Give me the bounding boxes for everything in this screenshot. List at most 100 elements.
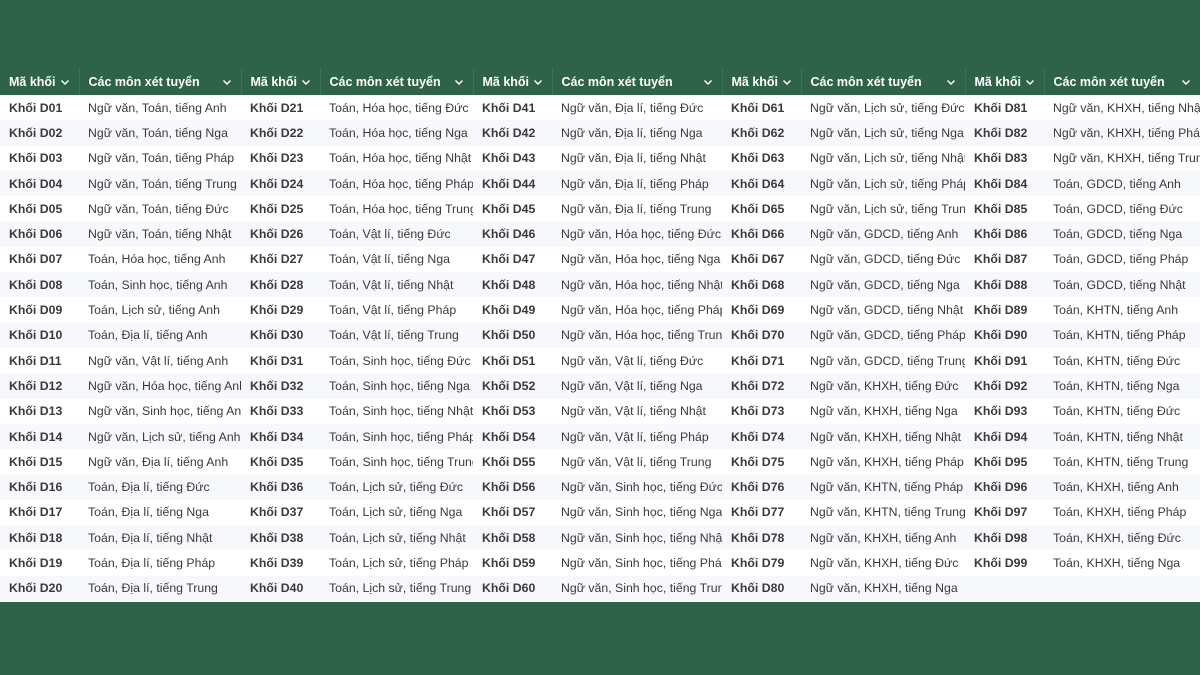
subjects-cell[interactable]: Toán, KHXH, tiếng Nga bbox=[1044, 550, 1200, 576]
subjects-cell[interactable]: Ngữ văn, Sinh học, tiếng Nga bbox=[552, 499, 722, 526]
block-code-cell[interactable]: Khối D40 bbox=[241, 575, 320, 601]
block-code-cell[interactable]: Khối D04 bbox=[0, 170, 79, 197]
block-code-cell[interactable]: Khối D47 bbox=[473, 246, 552, 273]
subjects-cell[interactable]: Ngữ văn, Sinh học, tiếng Đức bbox=[552, 474, 722, 500]
subjects-cell[interactable]: Ngữ văn, Hóa học, tiếng Trung bbox=[552, 322, 722, 348]
subjects-cell[interactable]: Toán, Địa lí, tiếng Pháp bbox=[79, 550, 241, 576]
subjects-cell[interactable]: Ngữ văn, KHTN, tiếng Trung bbox=[801, 499, 965, 526]
block-code-cell[interactable]: Khối D32 bbox=[241, 373, 320, 399]
block-code-cell[interactable]: Khối D53 bbox=[473, 398, 552, 424]
block-code-cell[interactable]: Khối D06 bbox=[0, 221, 79, 247]
column-header-subjects[interactable]: Các môn xét tuyển bbox=[320, 68, 474, 95]
subjects-cell[interactable]: Ngữ văn, Toán, tiếng Đức bbox=[79, 196, 241, 222]
column-header-code[interactable]: Mã khối bbox=[241, 68, 321, 95]
block-code-cell[interactable]: Khối D61 bbox=[722, 95, 801, 121]
subjects-cell[interactable]: Ngữ văn, Vật lí, tiếng Nhật bbox=[552, 398, 722, 424]
subjects-cell[interactable]: Ngữ văn, Vật lí, tiếng Trung bbox=[552, 449, 722, 475]
block-code-cell[interactable]: Khối D72 bbox=[722, 373, 801, 399]
block-code-cell[interactable]: Khối D77 bbox=[722, 499, 801, 526]
block-code-cell[interactable] bbox=[965, 575, 1044, 601]
block-code-cell[interactable]: Khối D87 bbox=[965, 246, 1044, 273]
block-code-cell[interactable]: Khối D26 bbox=[241, 221, 320, 247]
block-code-cell[interactable]: Khối D52 bbox=[473, 373, 552, 399]
subjects-cell[interactable]: Toán, KHTN, tiếng Trung bbox=[1044, 449, 1200, 475]
subjects-cell[interactable]: Ngữ văn, KHXH, tiếng Nga bbox=[801, 398, 965, 424]
subjects-cell[interactable]: Ngữ văn, KHXH, tiếng Pháp bbox=[1044, 120, 1200, 146]
subjects-cell[interactable]: Toán, Lịch sử, tiếng Trung bbox=[320, 575, 473, 601]
subjects-cell[interactable]: Ngữ văn, GDCD, tiếng Anh bbox=[801, 221, 965, 247]
subjects-cell[interactable]: Ngữ văn, Địa lí, tiếng Trung bbox=[552, 196, 722, 222]
subjects-cell[interactable]: Ngữ văn, Vật lí, tiếng Nga bbox=[552, 373, 722, 399]
block-code-cell[interactable]: Khối D59 bbox=[473, 550, 552, 576]
subjects-cell[interactable]: Toán, Vật lí, tiếng Trung bbox=[320, 322, 473, 348]
chevron-down-icon[interactable] bbox=[782, 77, 792, 87]
subjects-cell[interactable]: Toán, Hóa học, tiếng Pháp bbox=[320, 170, 473, 197]
subjects-cell[interactable]: Toán, KHTN, tiếng Pháp bbox=[1044, 322, 1200, 348]
block-code-cell[interactable]: Khối D98 bbox=[965, 525, 1044, 551]
subjects-cell[interactable]: Ngữ văn, Toán, tiếng Nga bbox=[79, 120, 241, 146]
subjects-cell[interactable]: Toán, Địa lí, tiếng Anh bbox=[79, 322, 241, 348]
subjects-cell[interactable]: Ngữ văn, Hóa học, tiếng Pháp bbox=[552, 297, 722, 323]
subjects-cell[interactable]: Toán, KHXH, tiếng Đức bbox=[1044, 525, 1200, 551]
block-code-cell[interactable]: Khối D85 bbox=[965, 196, 1044, 222]
block-code-cell[interactable]: Khối D74 bbox=[722, 423, 801, 450]
block-code-cell[interactable]: Khối D43 bbox=[473, 145, 552, 171]
column-header-subjects[interactable]: Các môn xét tuyển bbox=[552, 68, 723, 95]
subjects-cell[interactable]: Toán, Vật lí, tiếng Pháp bbox=[320, 297, 473, 323]
block-code-cell[interactable]: Khối D36 bbox=[241, 474, 320, 500]
subjects-cell[interactable]: Ngữ văn, KHXH, tiếng Đức bbox=[801, 550, 965, 576]
subjects-cell[interactable]: Toán, Sinh học, tiếng Trung bbox=[320, 449, 473, 475]
subjects-cell[interactable]: Toán, Sinh học, tiếng Anh bbox=[79, 272, 241, 298]
subjects-cell[interactable]: Ngữ văn, Địa lí, tiếng Đức bbox=[552, 95, 722, 121]
subjects-cell[interactable]: Ngữ văn, Hóa học, tiếng Nhật bbox=[552, 272, 722, 298]
subjects-cell[interactable]: Ngữ văn, Lịch sử, tiếng Nhật bbox=[801, 145, 965, 171]
subjects-cell[interactable]: Toán, Hóa học, tiếng Nga bbox=[320, 120, 473, 146]
subjects-cell[interactable]: Toán, Hóa học, tiếng Trung bbox=[320, 196, 473, 222]
block-code-cell[interactable]: Khối D51 bbox=[473, 347, 552, 374]
subjects-cell[interactable]: Ngữ văn, KHXH, tiếng Nhật bbox=[1044, 95, 1200, 121]
subjects-cell[interactable]: Toán, Sinh học, tiếng Nga bbox=[320, 373, 473, 399]
block-code-cell[interactable]: Khối D94 bbox=[965, 423, 1044, 450]
block-code-cell[interactable]: Khối D88 bbox=[965, 272, 1044, 298]
block-code-cell[interactable]: Khối D44 bbox=[473, 170, 552, 197]
subjects-cell[interactable]: Ngữ văn, Vật lí, tiếng Đức bbox=[552, 347, 722, 374]
subjects-cell[interactable]: Ngữ văn, Hóa học, tiếng Đức bbox=[552, 221, 722, 247]
chevron-down-icon[interactable] bbox=[222, 77, 232, 87]
block-code-cell[interactable]: Khối D50 bbox=[473, 322, 552, 348]
subjects-cell[interactable]: Ngữ văn, Toán, tiếng Trung bbox=[79, 170, 241, 197]
block-code-cell[interactable]: Khối D33 bbox=[241, 398, 320, 424]
subjects-cell[interactable]: Ngữ văn, Lịch sử, tiếng Trung bbox=[801, 196, 965, 222]
column-header-code[interactable]: Mã khối bbox=[965, 68, 1045, 95]
subjects-cell[interactable]: Ngữ văn, Địa lí, tiếng Pháp bbox=[552, 170, 722, 197]
subjects-cell[interactable]: Toán, Lịch sử, tiếng Đức bbox=[320, 474, 473, 500]
column-header-code[interactable]: Mã khối bbox=[722, 68, 802, 95]
block-code-cell[interactable]: Khối D81 bbox=[965, 95, 1044, 121]
subjects-cell[interactable]: Toán, KHTN, tiếng Đức bbox=[1044, 347, 1200, 374]
block-code-cell[interactable]: Khối D78 bbox=[722, 525, 801, 551]
subjects-cell[interactable]: Ngữ văn, Sinh học, tiếng Pháp bbox=[552, 550, 722, 576]
subjects-cell[interactable]: Ngữ văn, Sinh học, tiếng Anh bbox=[79, 398, 241, 424]
block-code-cell[interactable]: Khối D34 bbox=[241, 423, 320, 450]
subjects-cell[interactable]: Ngữ văn, Lịch sử, tiếng Pháp bbox=[801, 170, 965, 197]
column-header-code[interactable]: Mã khối bbox=[0, 68, 80, 95]
block-code-cell[interactable]: Khối D02 bbox=[0, 120, 79, 146]
subjects-cell[interactable]: Toán, Vật lí, tiếng Nhật bbox=[320, 272, 473, 298]
subjects-cell[interactable]: Toán, GDCD, tiếng Đức bbox=[1044, 196, 1200, 222]
subjects-cell[interactable]: Toán, Sinh học, tiếng Đức bbox=[320, 347, 473, 374]
block-code-cell[interactable]: Khối D80 bbox=[722, 575, 801, 601]
column-header-subjects[interactable]: Các môn xét tuyển bbox=[801, 68, 966, 95]
block-code-cell[interactable]: Khối D65 bbox=[722, 196, 801, 222]
subjects-cell[interactable]: Ngữ văn, Hóa học, tiếng Anh bbox=[79, 373, 241, 399]
block-code-cell[interactable]: Khối D99 bbox=[965, 550, 1044, 576]
block-code-cell[interactable]: Khối D09 bbox=[0, 297, 79, 323]
subjects-cell[interactable]: Ngữ văn, KHXH, tiếng Anh bbox=[801, 525, 965, 551]
block-code-cell[interactable]: Khối D56 bbox=[473, 474, 552, 500]
subjects-cell[interactable]: Ngữ văn, Toán, tiếng Pháp bbox=[79, 145, 241, 171]
chevron-down-icon[interactable] bbox=[60, 77, 70, 87]
subjects-cell[interactable]: Toán, Hóa học, tiếng Đức bbox=[320, 95, 473, 121]
block-code-cell[interactable]: Khối D54 bbox=[473, 423, 552, 450]
subjects-cell[interactable]: Ngữ văn, Lịch sử, tiếng Anh bbox=[79, 423, 241, 450]
block-code-cell[interactable]: Khối D64 bbox=[722, 170, 801, 197]
chevron-down-icon[interactable] bbox=[1025, 77, 1035, 87]
subjects-cell[interactable]: Ngữ văn, Sinh học, tiếng Nhật bbox=[552, 525, 722, 551]
